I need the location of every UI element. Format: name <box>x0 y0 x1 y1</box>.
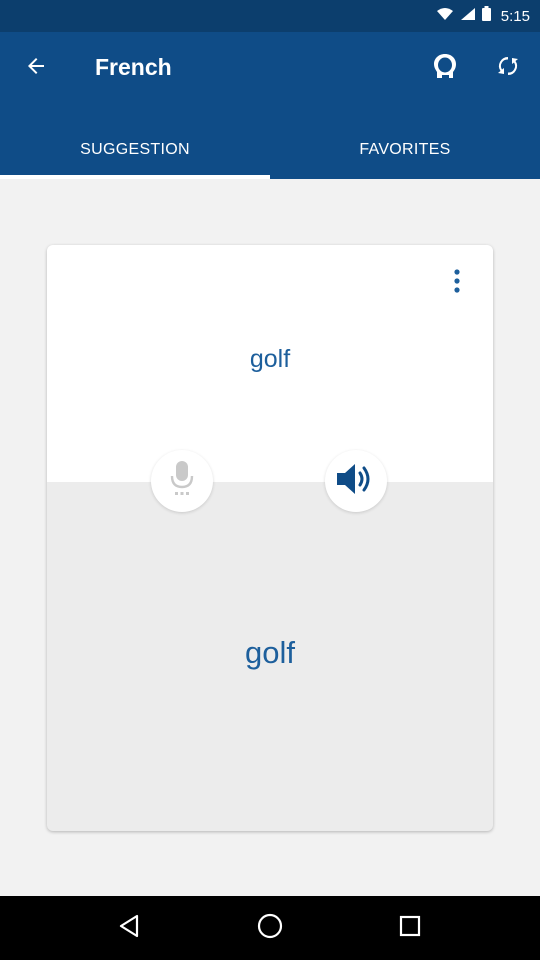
translated-word: golf <box>245 635 295 670</box>
wifi-icon <box>436 7 454 26</box>
refresh-button[interactable] <box>484 44 532 92</box>
speaker-button[interactable] <box>325 450 387 512</box>
arrow-left-icon <box>26 56 46 81</box>
speaker-icon <box>335 460 377 503</box>
more-vertical-icon <box>453 268 461 299</box>
tab-suggestion[interactable]: SUGGESTION <box>0 120 270 179</box>
nav-back-button[interactable] <box>106 904 154 952</box>
nav-recents-button[interactable] <box>386 904 434 952</box>
nav-recents-icon <box>398 914 422 943</box>
page-title: French <box>95 54 172 80</box>
tab-favorites[interactable]: FAVORITES <box>270 120 540 179</box>
translation-card: golf golf <box>47 245 493 831</box>
card-source-section: golf <box>47 245 493 482</box>
signal-icon <box>460 7 476 26</box>
card-menu-button[interactable] <box>441 265 473 301</box>
microphone-button[interactable] <box>151 450 213 512</box>
nav-back-icon <box>117 913 143 944</box>
status-icons: 5:15 <box>436 0 530 32</box>
app-bar: French SUGGESTION FAVORITES <box>0 32 540 179</box>
head-icon <box>430 51 460 86</box>
status-time: 5:15 <box>500 7 530 25</box>
nav-home-button[interactable] <box>246 904 294 952</box>
navigation-bar <box>0 896 540 960</box>
status-bar: 5:15 <box>0 0 540 32</box>
microphone-icon <box>167 459 197 504</box>
back-button[interactable] <box>12 44 60 92</box>
head-button[interactable] <box>421 44 469 92</box>
tab-indicator <box>0 175 270 179</box>
nav-home-icon <box>255 911 285 946</box>
battery-icon <box>481 6 491 26</box>
refresh-icon <box>495 53 521 84</box>
source-word: golf <box>249 345 291 373</box>
